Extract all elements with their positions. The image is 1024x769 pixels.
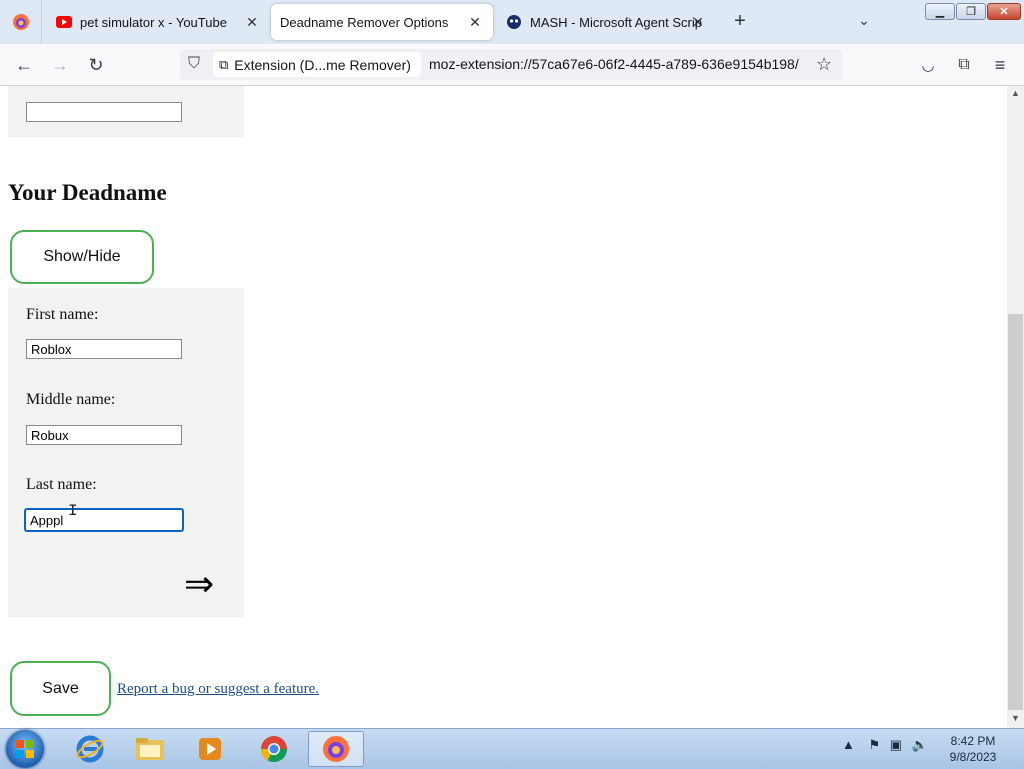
text-cursor-icon: I (68, 502, 78, 520)
middle-name-label: Middle name: (26, 391, 116, 408)
restore-button[interactable]: ❐ (956, 3, 986, 20)
middle-name-field[interactable] (26, 425, 182, 445)
tab-title: MASH - Microsoft Agent Script (530, 14, 702, 30)
scrollbar-thumb[interactable] (1008, 314, 1023, 710)
close-tab-icon[interactable]: ✕ (242, 12, 262, 32)
taskbar-clock[interactable]: 8:42 PM 9/8/2023 (938, 733, 1008, 765)
extension-icon: ⧉ (219, 56, 229, 72)
last-name-label: Last name: (26, 476, 97, 493)
tab-title: Deadname Remover Options (280, 14, 449, 30)
taskbar-media-player[interactable] (182, 731, 238, 767)
tab-youtube[interactable]: pet simulator x - YouTube ✕ (44, 0, 270, 44)
pocket-button[interactable]: ◡ (914, 52, 942, 78)
tab-strip: pet simulator x - YouTube ✕ Deadname Rem… (0, 0, 1024, 44)
deadname-panel: First name: Middle name: Last name: ⇒ (8, 288, 244, 617)
tracking-protection-icon[interactable]: ⛉ (188, 55, 200, 73)
taskbar-internet-explorer[interactable] (62, 731, 118, 767)
back-button[interactable]: ← (10, 52, 38, 78)
internet-explorer-icon (76, 735, 104, 763)
bookmark-star-icon[interactable]: ☆ (816, 54, 832, 75)
url-bar[interactable]: ⛉ ⧉ Extension (D...me Remover) moz-exten… (180, 49, 842, 80)
navigation-toolbar: ← → ↻ ⛉ ⧉ Extension (D...me Remover) moz… (0, 44, 1024, 86)
media-player-icon (199, 738, 221, 760)
page-content: Your Deadname Show/Hide First name: Midd… (0, 86, 1007, 728)
show-hide-button[interactable]: Show/Hide (10, 230, 154, 284)
start-button[interactable] (6, 730, 44, 768)
save-button[interactable]: Save (10, 661, 111, 716)
clock-date: 9/8/2023 (949, 750, 997, 764)
clock-time: 8:42 PM (950, 734, 996, 748)
volume-icon[interactable]: 🔈 (912, 737, 928, 752)
windows-logo-icon (16, 740, 34, 758)
first-name-field[interactable] (26, 339, 182, 359)
site-identity-button[interactable]: ⧉ Extension (D...me Remover) (213, 52, 421, 77)
firefox-icon (323, 736, 349, 762)
close-window-button[interactable]: ✕ (987, 3, 1021, 20)
minimize-button[interactable]: ▁ (925, 3, 955, 20)
forward-arrow-icon: → (51, 54, 69, 75)
next-arrow-button[interactable]: ⇒ (184, 564, 214, 604)
section-heading: Your Deadname (8, 180, 167, 205)
windows-taskbar: ▲ ⚑ ▣ 🔈 8:42 PM 9/8/2023 (0, 728, 1024, 769)
extensions-button[interactable]: ⧉ (950, 52, 978, 78)
report-bug-link[interactable]: Report a bug or suggest a feature. (117, 681, 319, 698)
identity-label: Extension (D...me Remover) (234, 56, 411, 73)
taskbar-file-explorer[interactable] (122, 731, 178, 767)
app-menu-button[interactable]: ≡ (986, 52, 1014, 78)
back-arrow-icon: ← (15, 54, 33, 75)
action-center-icon[interactable]: ⚑ (869, 737, 881, 752)
system-tray: ▲ ⚑ ▣ 🔈 (842, 737, 928, 753)
puzzle-icon: ⧉ (958, 56, 970, 73)
vertical-scrollbar[interactable]: ▲ ▼ (1007, 86, 1024, 728)
new-tab-button[interactable]: + (728, 10, 752, 34)
previous-name-field[interactable] (26, 102, 182, 122)
tab-deadname-options[interactable]: Deadname Remover Options ✕ (271, 4, 493, 40)
firefox-view-button[interactable] (0, 0, 42, 44)
hamburger-menu-icon: ≡ (994, 54, 1006, 75)
network-icon[interactable]: ▣ (890, 737, 902, 752)
list-all-tabs-button[interactable]: ⌄ (852, 12, 876, 32)
close-tab-icon[interactable]: ✕ (688, 12, 708, 32)
taskbar-firefox[interactable] (308, 731, 364, 767)
tab-mash[interactable]: MASH - Microsoft Agent Script ✕ (494, 0, 716, 44)
reload-button[interactable]: ↻ (82, 52, 110, 78)
scroll-down-icon[interactable]: ▼ (1007, 713, 1024, 727)
close-tab-icon[interactable]: ✕ (465, 12, 485, 32)
firefox-icon (12, 14, 29, 30)
folder-icon (136, 738, 164, 760)
tab-title: pet simulator x - YouTube (80, 14, 227, 30)
youtube-icon (56, 16, 72, 28)
name-panel-previous (8, 86, 244, 137)
forward-button[interactable]: → (46, 52, 74, 78)
pocket-icon: ◡ (921, 57, 935, 74)
mash-icon (507, 15, 521, 29)
reload-icon: ↻ (88, 54, 104, 75)
first-name-label: First name: (26, 306, 99, 323)
last-name-field[interactable] (24, 508, 184, 532)
chrome-icon (260, 736, 288, 763)
url-text[interactable]: moz-extension://57ca67e6-06f2-4445-a789-… (429, 56, 809, 72)
scroll-up-icon[interactable]: ▲ (1007, 88, 1024, 102)
taskbar-chrome[interactable] (246, 731, 302, 767)
show-hidden-icons-icon[interactable]: ▲ (842, 737, 855, 752)
